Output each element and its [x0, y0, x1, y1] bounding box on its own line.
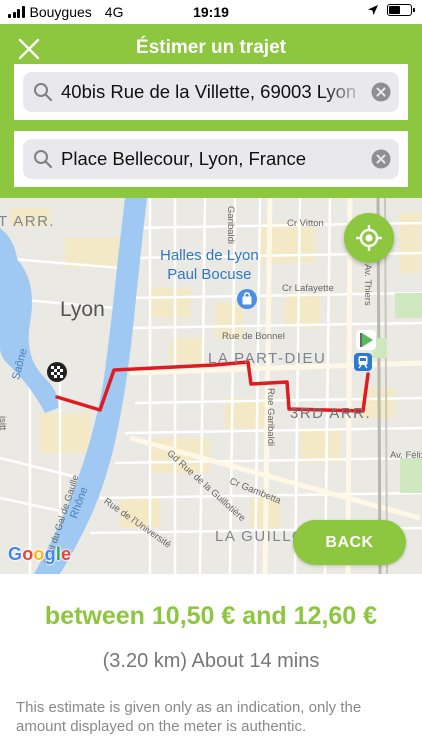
street-isitt: isitt: [0, 416, 8, 431]
search-icon: [34, 150, 53, 169]
destination-search-box: Place Bellecour, Lyon, France: [14, 131, 408, 187]
district-guillotiere-label: LA GUILLO: [215, 528, 306, 545]
city-label: Lyon: [60, 298, 105, 321]
district-part-dieu-label: LA PART-DIEU: [208, 350, 327, 367]
google-logo: Google: [8, 544, 72, 564]
origin-field[interactable]: 40bis Rue de la Villette, 69003 Lyon: [23, 72, 399, 112]
train-station-icon[interactable]: [354, 353, 372, 371]
estimate-trip-screen: Bouygues 4G 19:19 Éstimer un trajet 40bi…: [0, 0, 422, 750]
distance-duration: (3.20 km) About 14 mins: [102, 650, 320, 672]
checkered-flag-icon[interactable]: [46, 361, 68, 383]
status-time: 19:19: [193, 4, 229, 20]
clear-destination-icon[interactable]: [371, 149, 391, 169]
search-icon: [34, 83, 53, 102]
street-garibaldi-top: Garibaldi: [225, 206, 236, 245]
page-title: Éstimer un trajet: [136, 37, 286, 58]
header: Éstimer un trajet 40bis Rue de la Villet…: [0, 24, 422, 198]
estimate-panel: between 10,50 € and 12,60 € (3.20 km) Ab…: [0, 574, 422, 750]
district-3rd-arr-label: 3RD ARR.: [290, 405, 372, 422]
destination-field[interactable]: Place Bellecour, Lyon, France: [23, 139, 399, 179]
map-view[interactable]: T ARR. Lyon Halles de Lyon Paul Bocuse LA…: [0, 198, 422, 574]
location-arrow-icon: [368, 5, 378, 15]
street-av-thiers: Av. Thiers: [362, 264, 373, 306]
back-button[interactable]: BACK: [293, 520, 406, 565]
play-flag-icon[interactable]: [356, 330, 376, 350]
shopping-bag-icon[interactable]: [236, 288, 258, 310]
clear-origin-icon[interactable]: [371, 82, 391, 102]
poi-halles-label[interactable]: Halles de Lyon Paul Bocuse: [160, 246, 259, 284]
locate-me-button[interactable]: [344, 213, 394, 263]
street-cr-lafayette: Cr Lafayette: [282, 283, 334, 294]
battery-level: [389, 6, 400, 14]
battery-icon: [387, 4, 415, 16]
crosshair-icon: [356, 225, 382, 251]
street-av-felix: Av. Félix F: [390, 450, 422, 461]
status-right: [367, 4, 415, 16]
district-label-left: T ARR.: [0, 213, 56, 230]
destination-input[interactable]: Place Bellecour, Lyon, France: [61, 148, 365, 170]
price-range: between 10,50 € and 12,60 €: [44, 602, 378, 630]
street-rue-garibaldi: Rue Garibaldi: [265, 388, 276, 447]
street-rue-de-bonnel: Rue de Bonnel: [222, 331, 285, 342]
origin-search-box: 40bis Rue de la Villette, 69003 Lyon: [14, 64, 408, 120]
street-cr-vitton: Cr Vitton: [287, 218, 324, 229]
disclaimer-text: This estimate is given only as an indica…: [16, 699, 362, 735]
origin-input[interactable]: 40bis Rue de la Villette, 69003 Lyon: [61, 81, 365, 103]
status-bar: Bouygues 4G 19:19: [0, 0, 422, 24]
